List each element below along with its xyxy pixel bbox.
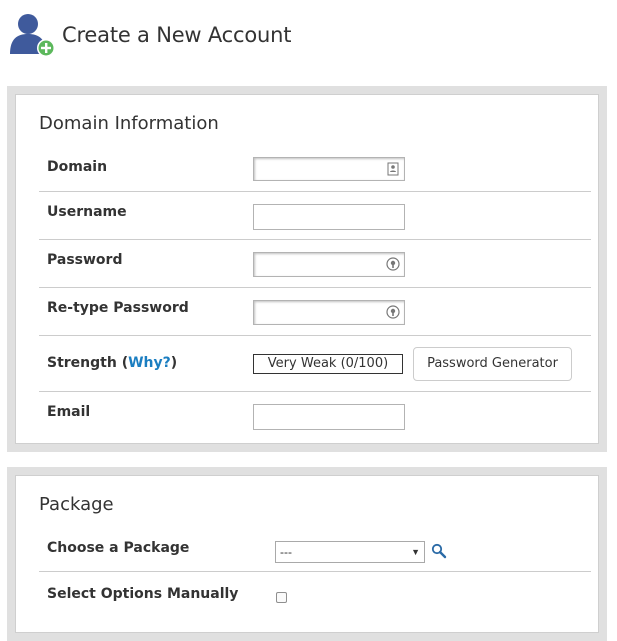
page-header: Create a New Account	[8, 12, 291, 58]
page-title: Create a New Account	[62, 23, 292, 47]
magnifier-icon[interactable]	[431, 543, 447, 559]
key-icon	[386, 305, 400, 319]
strength-label-text: Strength (	[47, 355, 129, 371]
select-options-row: Select Options Manually	[39, 572, 591, 622]
domain-section-title: Domain Information	[39, 113, 219, 134]
strength-label-close: )	[170, 355, 178, 371]
strength-label: Strength (Why?)	[47, 355, 177, 371]
package-section-title: Package	[39, 494, 114, 515]
package-select[interactable]: --- ▼	[275, 541, 425, 563]
retype-password-row: Re-type Password	[39, 288, 591, 336]
password-row: Password	[39, 240, 591, 288]
email-label: Email	[47, 404, 91, 420]
retype-password-input[interactable]	[253, 300, 405, 325]
select-options-label: Select Options Manually	[47, 586, 239, 602]
password-label: Password	[47, 252, 123, 268]
retype-password-label: Re-type Password	[47, 300, 189, 316]
password-input[interactable]	[253, 252, 405, 277]
choose-package-row: Choose a Package --- ▼	[39, 530, 591, 572]
contact-card-icon	[387, 162, 399, 176]
password-generator-button[interactable]: Password Generator	[413, 347, 572, 381]
choose-package-label: Choose a Package	[47, 540, 190, 556]
domain-information-inner: Domain Information Domain Username Passw…	[15, 94, 599, 444]
package-select-value: ---	[280, 545, 292, 559]
package-inner: Package Choose a Package --- ▼ Select Op…	[15, 475, 599, 633]
strength-meter: Very Weak (0/100)	[253, 354, 403, 374]
strength-row: Strength (Why?) Very Weak (0/100) Passwo…	[39, 336, 591, 392]
package-panel: Package Choose a Package --- ▼ Select Op…	[7, 467, 607, 641]
username-input[interactable]	[253, 204, 405, 230]
email-row: Email	[39, 392, 591, 438]
key-icon	[386, 257, 400, 271]
domain-label: Domain	[47, 159, 108, 175]
why-link[interactable]: Why?	[128, 355, 171, 371]
domain-row: Domain	[39, 149, 591, 192]
username-row: Username	[39, 192, 591, 240]
domain-information-panel: Domain Information Domain Username Passw…	[7, 86, 607, 452]
dropdown-arrow-icon: ▼	[411, 547, 420, 557]
email-input[interactable]	[253, 404, 405, 430]
add-user-icon	[8, 12, 56, 58]
select-options-checkbox[interactable]	[276, 592, 287, 603]
username-label: Username	[47, 204, 127, 220]
domain-input[interactable]	[253, 157, 405, 181]
